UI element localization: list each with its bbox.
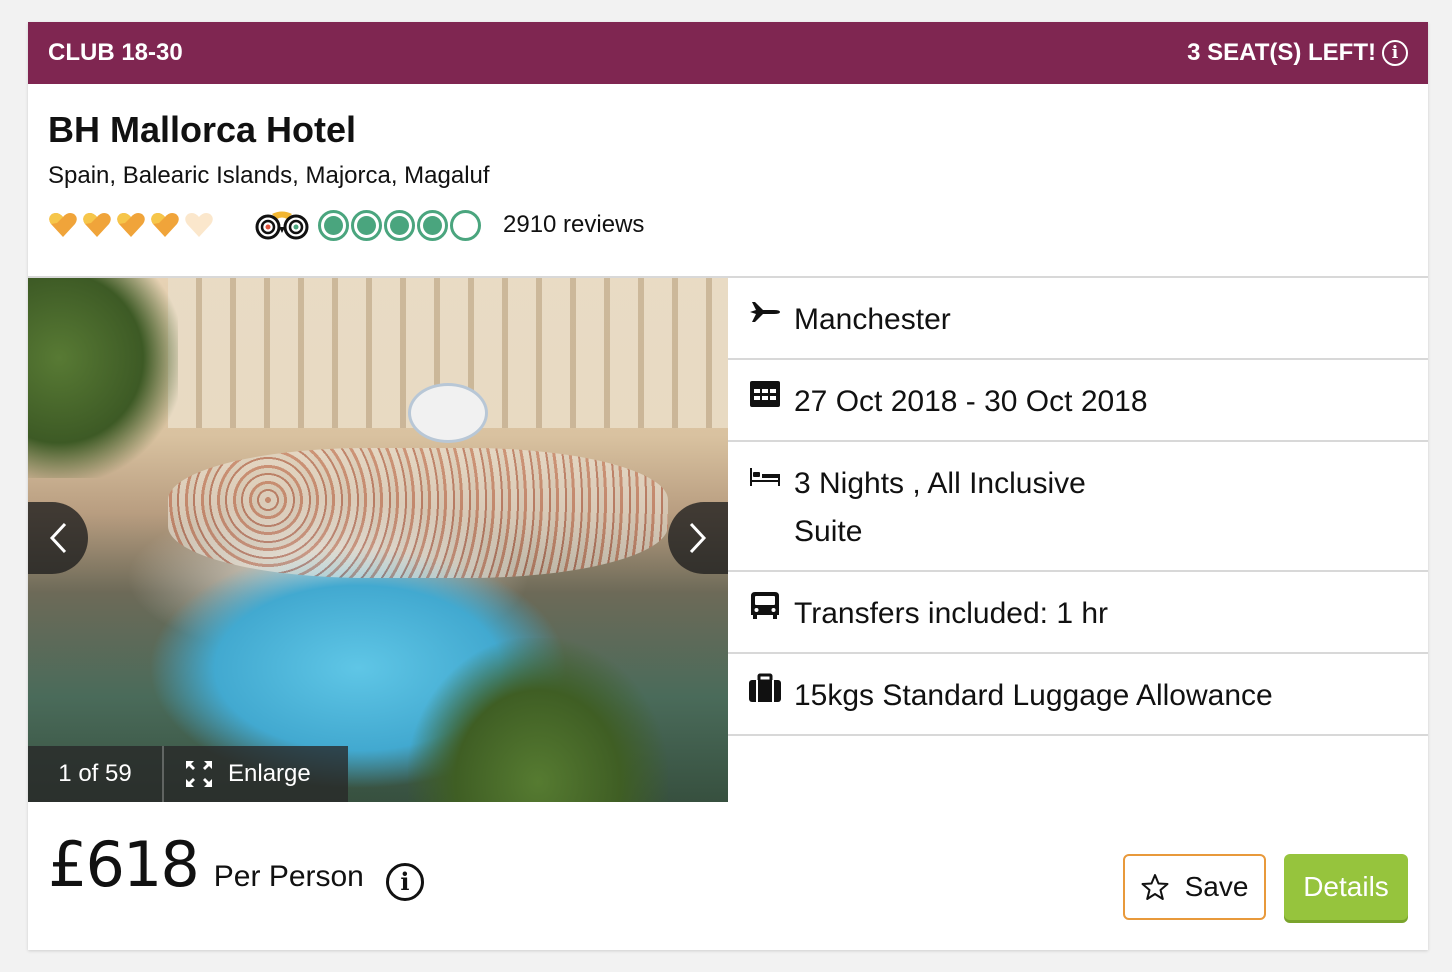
- nights-board: 3 Nights , All Inclusive: [794, 467, 1086, 500]
- tripadvisor-owl-icon: [255, 211, 309, 240]
- photo-gallery[interactable]: 1 of 59 Enlarge: [28, 278, 728, 802]
- seats-left-text: 3 SEAT(S) LEFT!: [1187, 39, 1376, 66]
- price-block: £618 Per Person i: [48, 828, 424, 901]
- heart-empty-icon: [184, 212, 214, 238]
- plane-icon: [748, 296, 782, 328]
- expand-icon: [186, 761, 212, 787]
- holiday-card: CLUB 18-30 3 SEAT(S) LEFT! i BH Mallorca…: [28, 22, 1428, 950]
- bubble-dot: [357, 215, 376, 235]
- heart-full-icon: [116, 212, 146, 238]
- brand-banner: CLUB 18-30 3 SEAT(S) LEFT! i: [28, 22, 1428, 84]
- content-middle: 1 of 59 Enlarge Manchester 27 Oct 2018 -…: [28, 276, 1428, 802]
- save-label: Save: [1184, 871, 1249, 902]
- hotel-name[interactable]: BH Mallorca Hotel: [48, 112, 1408, 148]
- chevron-left-icon: [49, 522, 67, 554]
- photo-stage: [408, 383, 488, 443]
- bubble-full-icon: [351, 209, 382, 241]
- price-info-icon[interactable]: i: [385, 862, 424, 901]
- price-amount: £618: [48, 828, 200, 901]
- detail-dates: 27 Oct 2018 - 30 Oct 2018: [728, 360, 1428, 442]
- bubble-empty-icon: [450, 209, 481, 241]
- heart-full-icon: [150, 212, 180, 238]
- luggage-allowance: 15kgs Standard Luggage Allowance: [794, 679, 1273, 712]
- detail-departure: Manchester: [728, 278, 1428, 360]
- photo-palm-left: [28, 278, 178, 478]
- detail-transfers: Transfers included: 1 hr: [728, 572, 1428, 654]
- detail-luggage: 15kgs Standard Luggage Allowance: [728, 654, 1428, 736]
- board-text: 3 Nights , All Inclusive Suite: [794, 460, 1086, 556]
- review-count[interactable]: 2910 reviews: [503, 211, 644, 239]
- brand-label: CLUB 18-30: [48, 39, 183, 66]
- enlarge-button[interactable]: Enlarge: [164, 746, 348, 802]
- room-type: Suite: [794, 515, 863, 548]
- bubble-full-icon: [318, 209, 349, 241]
- detail-board: 3 Nights , All Inclusive Suite: [728, 442, 1428, 572]
- enlarge-label: Enlarge: [228, 760, 311, 787]
- bubble-dot: [324, 215, 343, 235]
- tripadvisor-bubble-rating: [318, 209, 481, 241]
- save-button[interactable]: Save: [1123, 854, 1266, 920]
- heart-full-icon: [82, 212, 112, 238]
- chevron-right-icon: [689, 522, 707, 554]
- price-per: Per Person: [213, 860, 364, 893]
- luggage-icon: [748, 672, 782, 704]
- bubble-dot: [390, 215, 409, 235]
- ratings-row: 2910 reviews: [48, 209, 1408, 241]
- info-circle-icon[interactable]: i: [1382, 40, 1408, 66]
- heart-full-icon: [48, 212, 78, 238]
- star-icon: [1141, 874, 1169, 900]
- hotel-photo[interactable]: [28, 278, 728, 802]
- travel-dates: 27 Oct 2018 - 30 Oct 2018: [794, 385, 1148, 418]
- hotel-location: Spain, Balearic Islands, Majorca, Magalu…: [48, 162, 490, 189]
- bubble-dot: [423, 215, 442, 235]
- bubble-full-icon: [417, 209, 448, 241]
- bed-icon: [748, 460, 782, 492]
- photo-counter: 1 of 59: [28, 746, 164, 802]
- departure-airport: Manchester: [794, 303, 951, 336]
- calendar-icon: [748, 378, 782, 410]
- transfers-info: Transfers included: 1 hr: [794, 597, 1109, 630]
- price-actions: £618 Per Person i Save Details: [28, 812, 1428, 942]
- bubble-full-icon: [384, 209, 415, 241]
- heart-rating: [48, 212, 254, 238]
- photo-crowd: [168, 448, 668, 578]
- hotel-header: BH Mallorca Hotel Spain, Balearic Island…: [28, 84, 1428, 276]
- bus-icon: [748, 590, 782, 622]
- seats-left-notice[interactable]: 3 SEAT(S) LEFT! i: [1187, 39, 1408, 67]
- photo-palm-bottom: [408, 638, 668, 802]
- gallery-toolbar: 1 of 59 Enlarge: [28, 746, 348, 802]
- details-button[interactable]: Details: [1284, 854, 1408, 920]
- trip-details: Manchester 27 Oct 2018 - 30 Oct 2018 3 N…: [728, 278, 1428, 736]
